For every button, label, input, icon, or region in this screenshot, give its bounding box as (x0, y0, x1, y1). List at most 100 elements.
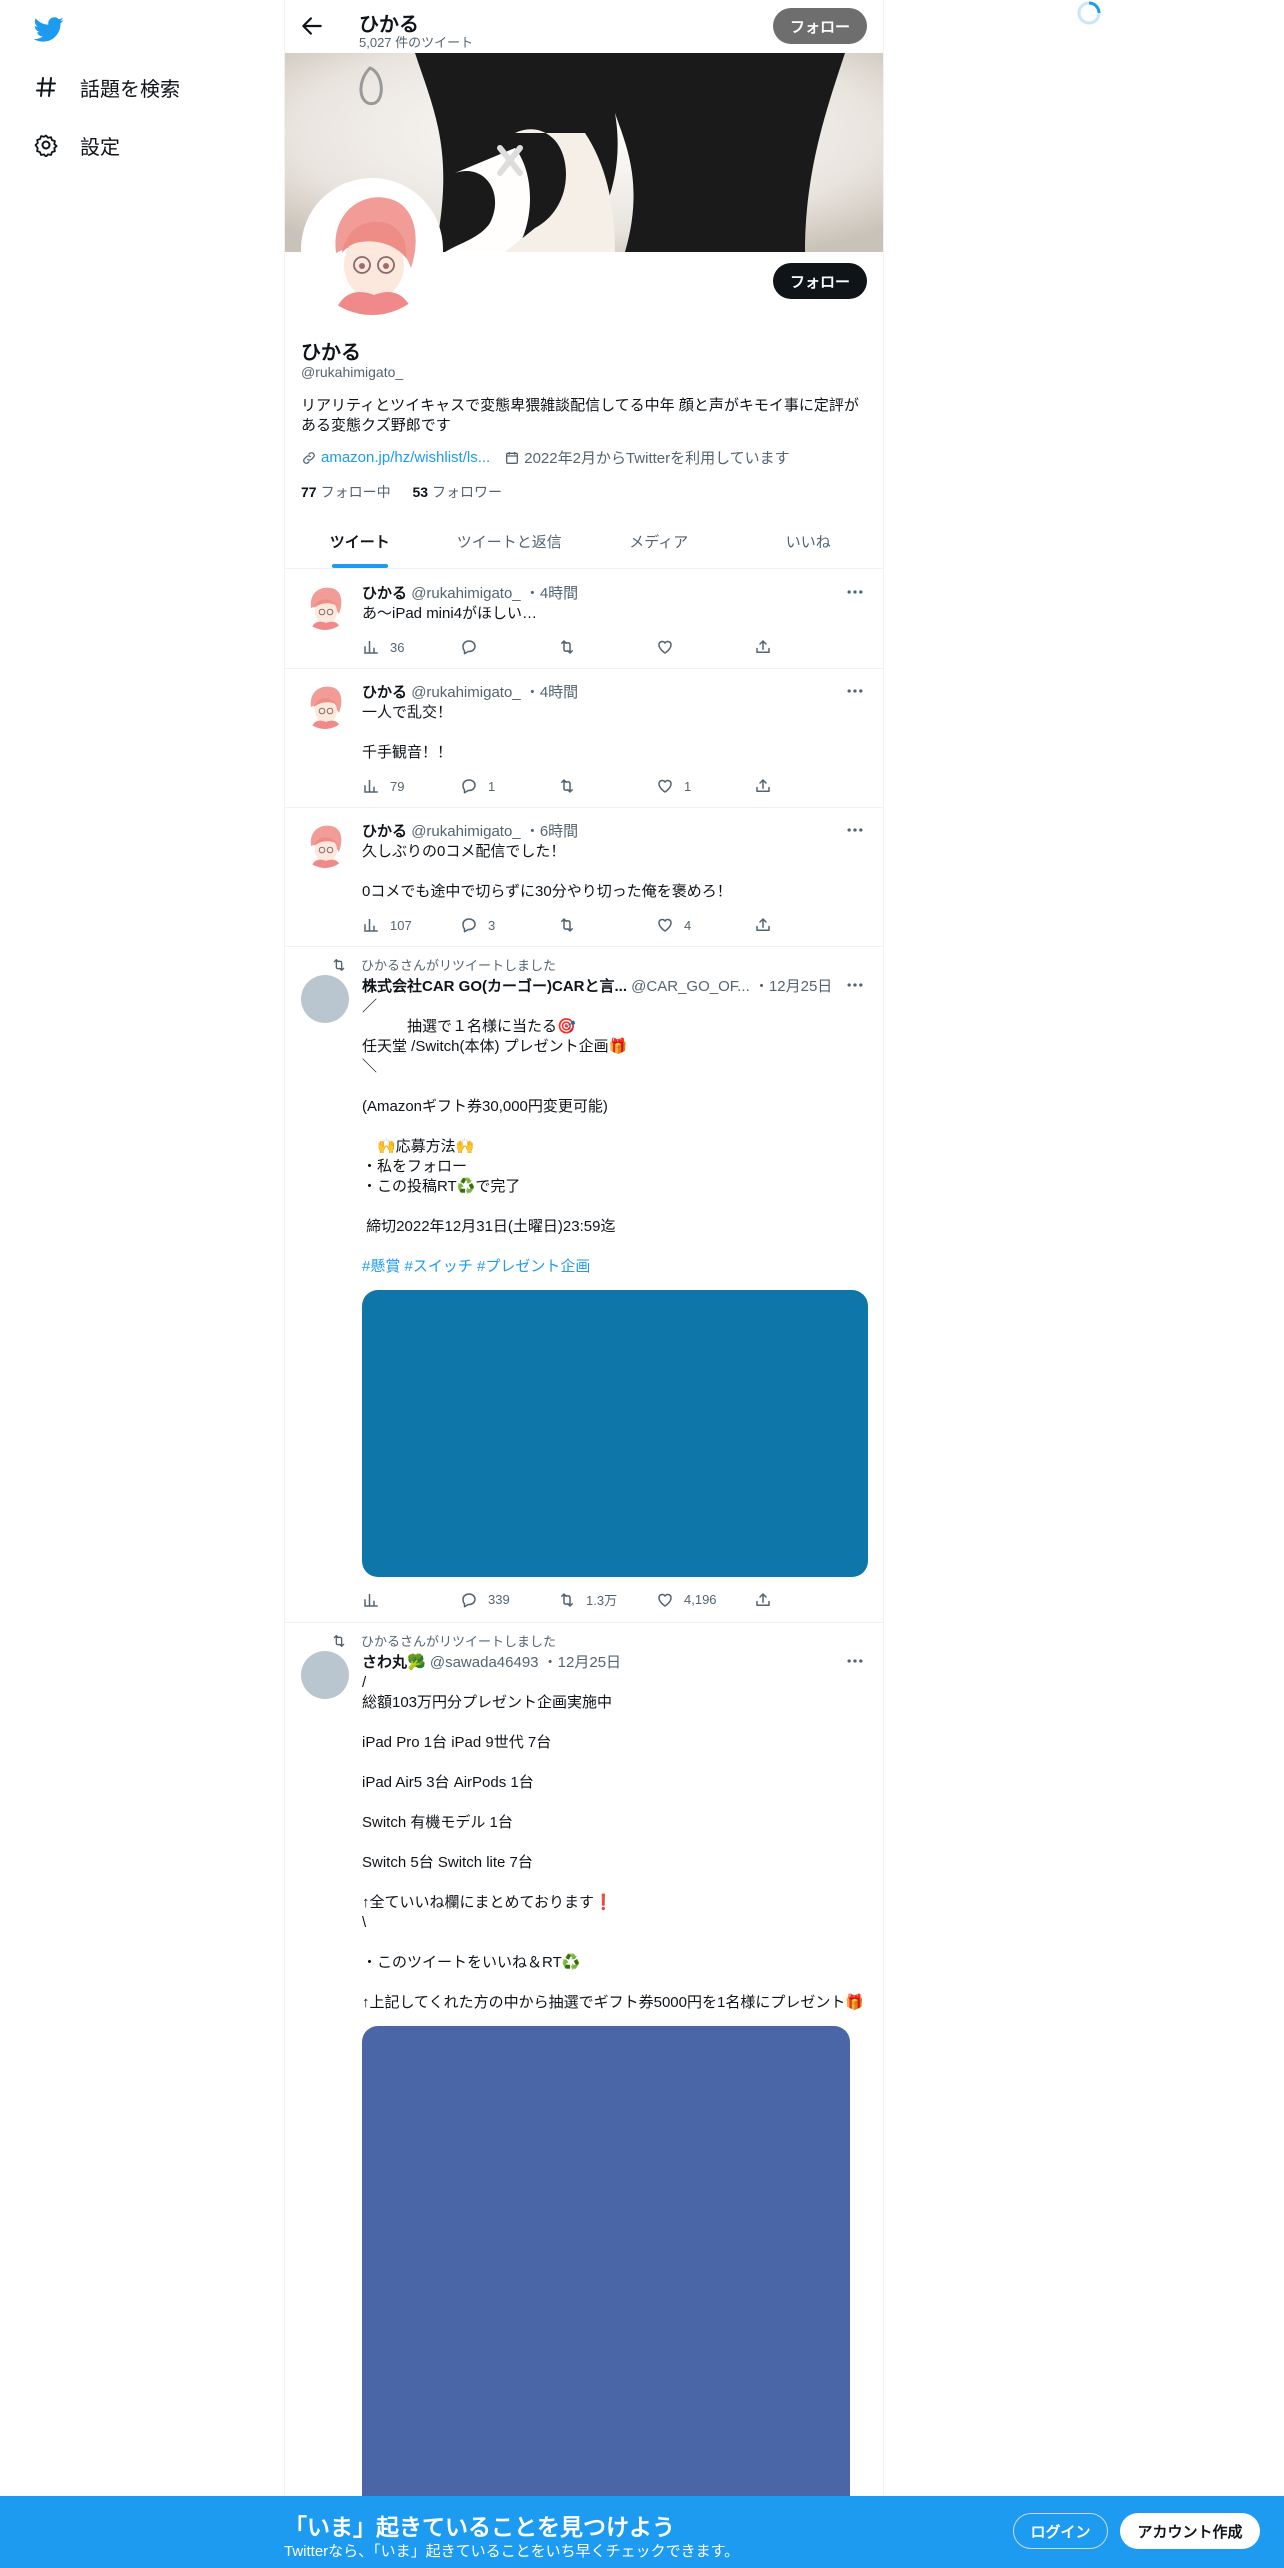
share-button[interactable] (754, 777, 852, 795)
profile-follow-button[interactable]: フォロー (773, 263, 867, 299)
heart-icon (658, 640, 672, 654)
reply-button[interactable]: 3 (460, 916, 558, 934)
share-icon (756, 640, 770, 653)
like-button[interactable]: 1 (656, 777, 754, 795)
profile-bio: リアリティとツイキャスで変態卑猥雑談配信してる中年 顔と声がキモイ事に定評がある… (301, 397, 859, 434)
views-chart-icon (364, 641, 378, 654)
views-button[interactable]: 107 (362, 916, 460, 934)
following-count: 77 (301, 484, 317, 500)
tab-tweets[interactable]: ツイート (285, 516, 435, 568)
retweeted-by-label[interactable]: ひかるさんがリツイートしました (361, 955, 556, 974)
share-button[interactable] (754, 1590, 852, 1609)
reply-count: 339 (488, 1592, 510, 1607)
tweet-author-handle[interactable]: @rukahimigato_ (411, 684, 520, 701)
tweet-author-name[interactable]: さわ丸🥦 (362, 1654, 426, 1671)
twitter-bird-icon[interactable] (34, 14, 64, 44)
share-button[interactable] (754, 916, 852, 934)
heart-icon (658, 918, 672, 932)
views-count: 79 (390, 778, 405, 794)
retweet-icon (561, 640, 573, 654)
tweet-header: 株式会社CAR GO(カーゴー)CARと言... @CAR_GO_OF... ・… (362, 975, 832, 996)
tweet-media-image[interactable] (362, 2026, 850, 2546)
retweet-icon (561, 779, 573, 793)
tab-likes[interactable]: いいね (734, 516, 884, 568)
calendar-icon (506, 451, 519, 464)
create-account-button[interactable]: アカウント作成 (1120, 2513, 1260, 2549)
sidebar-item-settings[interactable]: 設定 (34, 125, 120, 165)
followers-link[interactable]: 53 フォロワー (412, 484, 502, 500)
sidebar-item-explore[interactable]: 話題を検索 (34, 67, 180, 107)
views-button[interactable]: 36 (362, 638, 460, 656)
more-options-icon[interactable] (845, 975, 865, 995)
tweet[interactable]: ひかるさんがリツイートしました 株式会社CAR GO(カーゴー)CARと言...… (285, 947, 883, 1623)
tweet-author-avatar[interactable] (301, 582, 349, 630)
tweet-header: ひかる @rukahimigato_ ・4時間 (362, 582, 578, 603)
heart-icon (658, 779, 672, 793)
tweet[interactable]: ひかる @rukahimigato_ ・6時間 久しぶりの0コメ配信でした！ 0… (285, 808, 883, 947)
more-options-icon[interactable] (845, 820, 865, 840)
tweet-author-avatar[interactable] (301, 681, 349, 729)
share-button[interactable] (754, 638, 852, 656)
like-button[interactable] (656, 638, 754, 656)
avatar-illustration (306, 183, 438, 315)
like-button[interactable]: 4 (656, 916, 754, 934)
views-button[interactable] (362, 1590, 460, 1609)
views-button[interactable]: 79 (362, 777, 460, 795)
views-chart-icon (364, 780, 378, 793)
gear-icon (34, 134, 58, 157)
tweet-hashtags[interactable]: #懸賞 #スイッチ #プレゼント企画 (362, 1257, 870, 1277)
header-follow-button[interactable]: フォロー (773, 8, 867, 44)
link-icon (303, 451, 315, 464)
reply-button[interactable]: 1 (460, 777, 558, 795)
tweet-timestamp[interactable]: ・4時間 (525, 585, 578, 602)
tweet-author-name[interactable]: 株式会社CAR GO(カーゴー)CARと言... (362, 978, 627, 995)
tweet-author-avatar[interactable] (301, 820, 349, 868)
reply-button[interactable] (460, 638, 558, 656)
profile-website-link[interactable]: amazon.jp/hz/wishlist/ls... (321, 449, 490, 466)
tweet-media-image[interactable] (362, 1290, 868, 1577)
tab-media[interactable]: メディア (584, 516, 734, 568)
retweet-icon (333, 1634, 345, 1647)
tweet-author-name[interactable]: ひかる (362, 684, 407, 701)
retweeted-by-label[interactable]: ひかるさんがリツイートしました (361, 1631, 556, 1650)
views-count: 107 (390, 917, 412, 933)
retweet-context: ひかるさんがリツイートしました (331, 1631, 556, 1650)
retweet-button[interactable] (558, 916, 656, 934)
reply-button[interactable]: 339 (460, 1590, 558, 1609)
tweet-timestamp[interactable]: ・12月25日 (543, 1654, 621, 1671)
like-button[interactable]: 4,196 (656, 1590, 754, 1609)
retweet-button[interactable] (558, 638, 656, 656)
tweet-actions: 107 3 4 (362, 916, 852, 934)
signup-banner-title: 「いま」起きていることを見つけよう (284, 2514, 675, 2540)
tweet[interactable]: ひかる @rukahimigato_ ・4時間 あ〜iPad mini4がほしい… (285, 570, 883, 669)
tweet-timestamp[interactable]: ・12月25日 (754, 978, 832, 995)
tweet[interactable]: ひかるさんがリツイートしました さわ丸🥦 @sawada46493 ・12月25… (285, 1623, 883, 2568)
tweet-author-handle[interactable]: @sawada46493 (430, 1654, 539, 1671)
tweet-author-name[interactable]: ひかる (362, 823, 407, 840)
tweet-author-avatar[interactable] (301, 1651, 349, 1699)
retweet-button[interactable] (558, 777, 656, 795)
tweet-author-name[interactable]: ひかる (362, 585, 407, 602)
profile-column: ひかる 5,027 件のツイート フォロー フォロー ひかる @rukahimi… (284, 0, 884, 2568)
tweet-author-handle[interactable]: @rukahimigato_ (411, 823, 520, 840)
login-button[interactable]: ログイン (1013, 2513, 1108, 2549)
header-tweet-count: 5,027 件のツイート (359, 35, 474, 50)
followers-label: フォロワー (432, 484, 503, 500)
retweet-button[interactable]: 1.3万 (558, 1590, 656, 1609)
tweet-author-handle[interactable]: @CAR_GO_OF... (631, 978, 750, 995)
profile-avatar[interactable] (301, 178, 443, 320)
more-options-icon[interactable] (845, 582, 865, 602)
tab-tweets-and-replies[interactable]: ツイートと返信 (435, 516, 585, 568)
more-options-icon[interactable] (845, 681, 865, 701)
tweet-timestamp[interactable]: ・4時間 (525, 684, 578, 701)
following-link[interactable]: 77 フォロー中 (301, 484, 409, 500)
more-options-icon[interactable] (845, 1651, 865, 1671)
signup-banner-subtitle: Twitterなら、「いま」起きていることをいち早くチェックできます。 (284, 2543, 740, 2560)
tweet-timestamp[interactable]: ・6時間 (525, 823, 578, 840)
tweet[interactable]: ひかる @rukahimigato_ ・4時間 一人で乱交！ 千手観音！！ 79… (285, 669, 883, 808)
retweet-count: 1.3万 (586, 1593, 618, 1608)
tweet-author-handle[interactable]: @rukahimigato_ (411, 585, 520, 602)
back-arrow-icon[interactable] (299, 13, 325, 39)
share-icon (756, 1592, 770, 1606)
tweet-author-avatar[interactable] (301, 975, 349, 1023)
